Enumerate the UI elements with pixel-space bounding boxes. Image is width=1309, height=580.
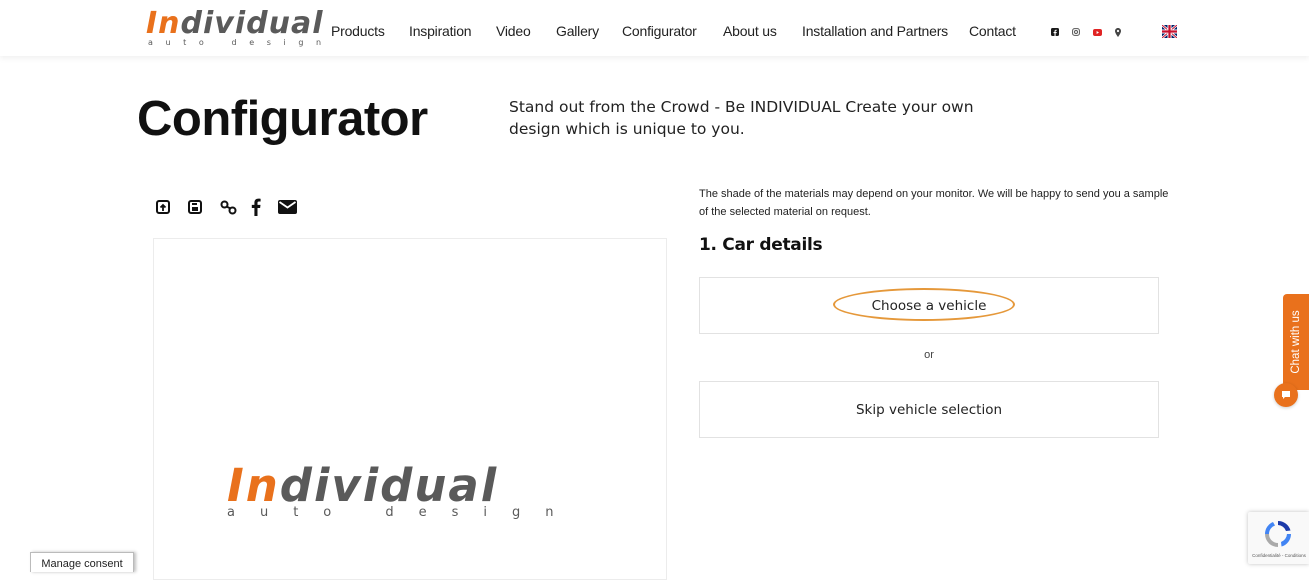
location-pin-icon[interactable]	[1111, 23, 1125, 41]
page-intro: Stand out from the Crowd - Be INDIVIDUAL…	[509, 98, 974, 138]
nav-video[interactable]: Video	[496, 23, 531, 39]
recaptcha-badge[interactable]: Confidentialité - Conditions	[1248, 512, 1309, 564]
email-icon[interactable]	[277, 197, 297, 217]
nav-installation-partners[interactable]: Installation and Partners	[802, 23, 948, 39]
upload-icon[interactable]	[155, 197, 171, 217]
nav-inspiration[interactable]: Inspiration	[409, 23, 472, 39]
or-separator: or	[924, 349, 934, 361]
recaptcha-icon	[1265, 521, 1291, 547]
facebook-share-icon[interactable]	[250, 197, 262, 217]
skip-vehicle-label: Skip vehicle selection	[855, 401, 1003, 418]
preview-logo-wordmark: Individual	[227, 461, 498, 511]
nav-gallery[interactable]: Gallery	[556, 23, 599, 39]
facebook-icon[interactable]	[1048, 23, 1062, 41]
choose-vehicle-button[interactable]: Choose a vehicle	[699, 277, 1159, 334]
design-preview: Individual auto design	[153, 238, 667, 580]
nav-configurator[interactable]: Configurator	[622, 23, 697, 39]
logo-tagline: auto design	[148, 38, 334, 47]
highlight-ring	[833, 288, 1015, 321]
chat-bubble-icon[interactable]	[1274, 383, 1298, 407]
nav-about-us[interactable]: About us	[723, 23, 777, 39]
uk-flag-icon[interactable]	[1161, 24, 1178, 39]
chat-label: Chat with us	[1290, 310, 1302, 374]
nav-contact[interactable]: Contact	[969, 23, 1016, 39]
material-shade-notice: The shade of the materials may depend on…	[699, 188, 1169, 218]
logo-text-gray: dividual	[180, 6, 324, 41]
site-logo[interactable]: Individual auto design	[146, 7, 328, 53]
skip-vehicle-button[interactable]: Skip vehicle selection	[699, 381, 1159, 438]
site-header: Individual auto design Products Inspirat…	[0, 0, 1309, 56]
recaptcha-text: Confidentialité - Conditions	[1252, 553, 1306, 558]
chat-tab[interactable]: Chat with us	[1283, 294, 1309, 390]
car-details-heading: 1. Car details	[699, 235, 823, 255]
save-icon[interactable]	[187, 197, 203, 217]
logo-wordmark: Individual	[146, 7, 324, 41]
nav-products[interactable]: Products	[331, 23, 385, 39]
preview-logo: Individual auto design	[227, 461, 607, 531]
youtube-icon[interactable]	[1090, 23, 1104, 41]
preview-logo-tagline: auto design	[227, 505, 579, 520]
logo-text-orange: In	[146, 6, 181, 41]
link-icon[interactable]	[219, 197, 237, 217]
page-title: Configurator	[137, 92, 428, 146]
instagram-icon[interactable]	[1069, 23, 1083, 41]
manage-consent-button[interactable]: Manage consent	[30, 552, 134, 572]
